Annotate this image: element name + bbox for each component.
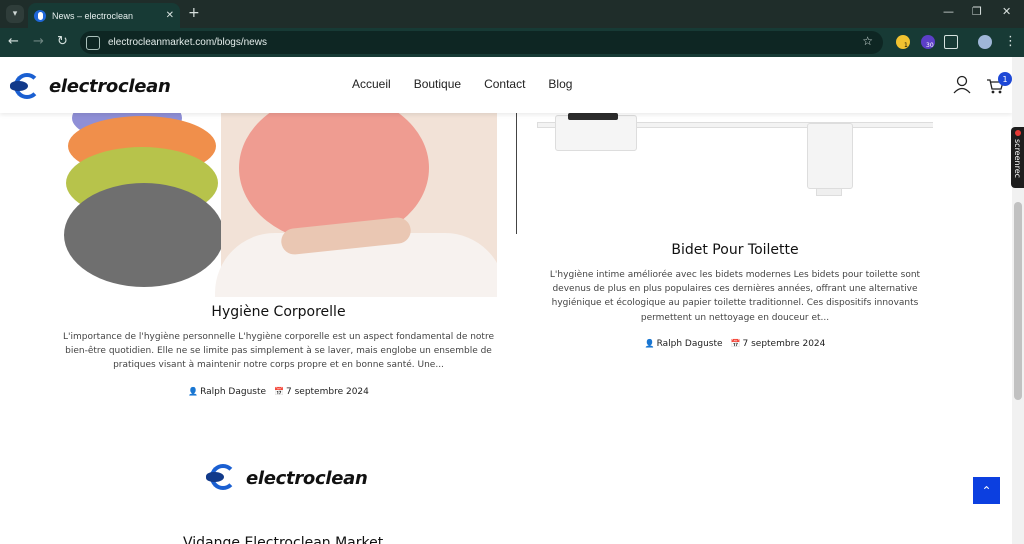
screenrec-label: screenrec <box>1013 139 1022 179</box>
post-meta: 👤 Ralph Daguste 📅 7 septembre 2024 <box>60 387 497 397</box>
column-divider <box>516 113 517 234</box>
browser-tabstrip: ▾ News – electroclean ✕ + — ❐ ✕ <box>0 0 1024 28</box>
footer-logo-text: electroclean <box>246 467 368 489</box>
logo-mark-icon <box>206 462 240 494</box>
forward-icon[interactable]: → <box>33 34 44 49</box>
cart-count-badge: 1 <box>998 72 1012 86</box>
post-date: 7 septembre 2024 <box>286 386 369 397</box>
profile-avatar[interactable] <box>978 35 992 49</box>
post-image[interactable] <box>60 113 497 297</box>
tab-title: News – electroclean <box>52 10 134 21</box>
extension-icon-2[interactable]: 30 <box>921 35 935 49</box>
author-icon: 👤 <box>644 338 655 348</box>
site-info-icon[interactable] <box>86 35 100 50</box>
post-author: Ralph Daguste <box>656 338 723 349</box>
calendar-icon: 📅 <box>730 338 741 348</box>
browser-tab-active[interactable]: News – electroclean ✕ <box>28 3 180 28</box>
blog-post-card[interactable]: Hygiène Corporelle L'importance de l'hyg… <box>60 113 497 397</box>
logo-mark-icon <box>10 71 42 101</box>
post-excerpt: L'importance de l'hygiène personnelle L'… <box>63 332 494 371</box>
browser-menu-icon[interactable]: ⋮ <box>1004 34 1017 49</box>
tab-search-icon[interactable]: ▾ <box>6 5 24 23</box>
extension-icon-1[interactable]: 1 <box>896 35 910 49</box>
footer-heading: Vidange Electroclean Market <box>183 535 384 544</box>
url-text: electrocleanmarket.com/blogs/news <box>108 37 267 48</box>
site-favicon-icon <box>34 9 46 22</box>
extension-badge-1: 1 <box>904 42 908 49</box>
post-title[interactable]: Bidet Pour Toilette <box>537 242 933 258</box>
screenrec-widget[interactable]: screenrec <box>1011 127 1024 188</box>
extension-badge-2: 30 <box>926 42 934 49</box>
post-image[interactable] <box>537 113 933 234</box>
logo-text: electroclean <box>49 75 171 97</box>
footer-logo[interactable]: electroclean <box>206 462 368 494</box>
browser-toolbar: ← → ↻ electrocleanmarket.com/blogs/news … <box>0 28 1024 57</box>
blog-post-card[interactable]: Bidet Pour Toilette L'hygiène intime amé… <box>537 113 933 349</box>
account-icon[interactable] <box>953 75 971 94</box>
post-meta: 👤 Ralph Daguste 📅 7 septembre 2024 <box>537 339 933 349</box>
back-to-top-button[interactable]: ⌃ <box>973 477 1000 504</box>
bookmark-star-icon[interactable]: ☆ <box>862 34 873 48</box>
restore-icon[interactable]: ❐ <box>972 5 982 18</box>
calendar-icon: 📅 <box>274 386 284 396</box>
extensions-puzzle-icon[interactable] <box>944 35 958 49</box>
page-viewport: electroclean Accueil Boutique Contact Bl… <box>0 57 1012 544</box>
main-nav: Accueil Boutique Contact Blog <box>352 77 572 91</box>
close-window-icon[interactable]: ✕ <box>1002 5 1011 18</box>
post-author: Ralph Daguste <box>200 386 267 397</box>
post-excerpt: L'hygiène intime améliorée avec les bide… <box>549 270 921 323</box>
address-bar[interactable]: electrocleanmarket.com/blogs/news ☆ <box>80 31 883 54</box>
record-dot-icon <box>1015 130 1021 136</box>
site-logo[interactable]: electroclean <box>10 71 171 101</box>
author-icon: 👤 <box>188 386 199 396</box>
minimize-icon[interactable]: — <box>943 5 954 18</box>
nav-accueil[interactable]: Accueil <box>352 77 391 91</box>
new-tab-icon[interactable]: + <box>188 5 200 21</box>
nav-contact[interactable]: Contact <box>484 77 525 91</box>
back-icon[interactable]: ← <box>8 34 19 49</box>
scrollbar-thumb[interactable] <box>1014 202 1022 400</box>
site-header: electroclean Accueil Boutique Contact Bl… <box>0 57 1012 113</box>
post-date: 7 septembre 2024 <box>742 338 826 349</box>
reload-icon[interactable]: ↻ <box>57 34 68 49</box>
nav-blog[interactable]: Blog <box>548 77 572 91</box>
nav-boutique[interactable]: Boutique <box>414 77 461 91</box>
close-tab-icon[interactable]: ✕ <box>166 10 174 21</box>
post-title[interactable]: Hygiène Corporelle <box>60 304 497 320</box>
